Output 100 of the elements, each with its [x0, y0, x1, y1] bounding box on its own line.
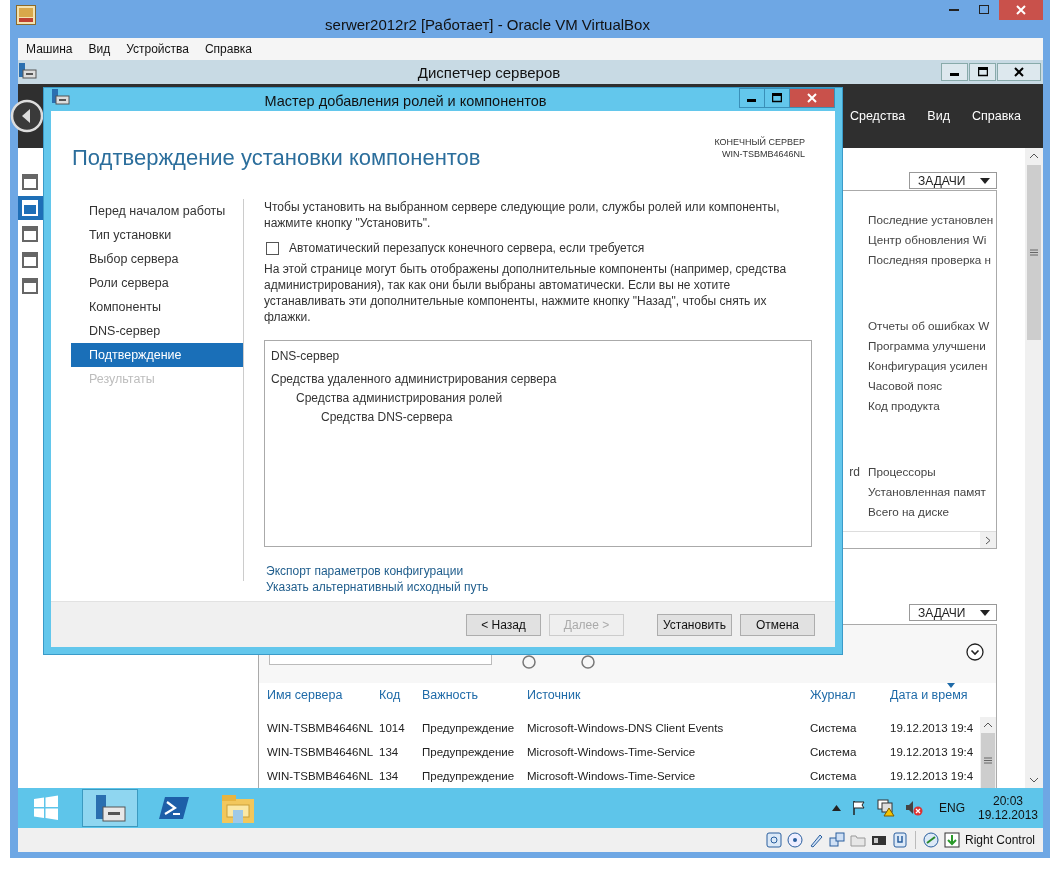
down-arrow-icon[interactable]: [943, 832, 960, 848]
network-icon[interactable]: [828, 832, 845, 848]
tasks-dropdown[interactable]: ЗАДАЧИ: [909, 172, 997, 189]
folder-icon: [221, 793, 255, 823]
restart-checkbox[interactable]: [266, 241, 279, 255]
table-cell-text: WIN-TSBMB4646NL: [267, 746, 375, 758]
menu-item[interactable]: Вид: [927, 109, 950, 123]
menu-item[interactable]: Средства: [849, 109, 906, 123]
server-toolbox-icon: [94, 794, 126, 822]
optical-disc-icon[interactable]: [786, 832, 803, 848]
property-label: Всего на диске: [868, 505, 950, 520]
wizard-icon: [51, 88, 71, 108]
circle-icon[interactable]: [581, 655, 595, 669]
table-cell-text: WIN-TSBMB4646NL: [267, 722, 375, 734]
wizard-step[interactable]: Перед началом работы: [71, 199, 243, 223]
table-cell-text: 1014: [379, 722, 406, 734]
column-header[interactable]: Дата и время: [890, 687, 968, 702]
restore-icon: [977, 67, 988, 77]
close-icon: [807, 93, 817, 103]
caret-up-icon[interactable]: [832, 805, 841, 811]
close-button[interactable]: [997, 63, 1041, 81]
wizard-step[interactable]: DNS-сервер: [71, 319, 243, 343]
list-item: Средства удаленного администрирования сервера: [271, 371, 558, 388]
note-text: На этой странице могут быть отображены дополнительные компоненты (например, средства администрирования), так как они были выбраны автоматически. Если вы не хотите устанавливать эти дополнительные компоненты, нажмите кнопку "Назад", чтобы снять их флажки.: [264, 261, 788, 325]
table-cell-text: Microsoft-Windows-Time-Service: [527, 770, 697, 782]
wizard-step[interactable]: Тип установки: [71, 223, 243, 247]
taskbar-button[interactable]: [82, 789, 138, 827]
link[interactable]: Экспорт параметров конфигурации: [266, 564, 464, 579]
property-value: rd: [849, 465, 860, 479]
menu-item[interactable]: Справка: [204, 42, 252, 56]
back-button[interactable]: [10, 99, 44, 133]
table-cell-text: Microsoft-Windows-DNS Client Events: [527, 722, 725, 734]
wizard-step[interactable]: Подтверждение: [71, 343, 243, 367]
caret-icon: [980, 609, 990, 616]
column-header[interactable]: Журнал: [810, 687, 890, 702]
menu-item[interactable]: Вид: [88, 42, 111, 56]
table-cell-text: 134: [379, 770, 400, 782]
property-label: Последние установлен: [868, 213, 994, 228]
vertical-scrollbar[interactable]: [980, 717, 996, 788]
table-cell: 19.12.2013 19:4: [890, 770, 974, 782]
host-key-label: Right Control: [964, 833, 1035, 847]
link[interactable]: Указать альтернативный исходный путь: [266, 580, 489, 595]
table-cell-text: WIN-TSBMB4646NL: [267, 770, 375, 782]
cancel-button[interactable]: Отмена: [740, 613, 815, 636]
column-header[interactable]: Источник: [527, 687, 810, 702]
wizard-step[interactable]: Компоненты: [71, 295, 243, 319]
menu-item[interactable]: Справка: [971, 109, 1021, 123]
network-warning-icon[interactable]: [877, 799, 895, 817]
chevron-right-icon[interactable]: [985, 535, 991, 545]
wizard-step: Результаты: [71, 367, 243, 391]
property-label: Установленная памят: [868, 485, 986, 500]
column-header[interactable]: Код: [379, 687, 422, 702]
expand-icon[interactable]: [966, 643, 984, 661]
speaker-muted-icon[interactable]: [905, 800, 923, 816]
grip-icon: [984, 757, 992, 764]
windows-logo-icon: [32, 794, 60, 822]
property-label: Последняя проверка н: [868, 253, 991, 268]
virtualbox-app-icon: [16, 5, 36, 25]
property-label: Центр обновления Wi: [868, 233, 987, 248]
table-cell-text: Система: [810, 770, 858, 782]
panel-icon: [22, 200, 38, 216]
table-cell-text: Система: [810, 722, 858, 734]
table-cell-text: Предупреждение: [422, 722, 516, 734]
maximize-button[interactable]: [969, 63, 996, 81]
vertical-scrollbar[interactable]: [1025, 148, 1043, 788]
window-title: serwer2012r2 [Работает] - Oracle VM VirtualBox: [324, 15, 651, 33]
panel-icon: [22, 278, 38, 294]
dialog-title: Мастер добавления ролей и компонентов: [263, 92, 548, 109]
list-item: Средства DNS-сервера: [321, 409, 454, 426]
clock-date: 19.12.2013: [977, 808, 1039, 822]
menu-item[interactable]: Машина: [26, 42, 73, 56]
minimize-button[interactable]: [941, 63, 968, 81]
table-cell-text: Система: [810, 746, 858, 758]
minimize-button[interactable]: [739, 88, 765, 108]
clock-time: 20:03: [993, 794, 1023, 808]
list-item: Средства администрирования ролей: [296, 390, 504, 407]
wizard-step[interactable]: Выбор сервера: [71, 247, 243, 271]
property-label: Программа улучшени: [868, 339, 986, 354]
column-header[interactable]: Важность: [422, 687, 527, 702]
property-label: Конфигурация усилен: [868, 359, 988, 374]
column-header[interactable]: Имя сервера: [267, 687, 379, 702]
grip-icon: [1030, 249, 1038, 256]
list-item: DNS-сервер: [271, 348, 341, 365]
wizard-step[interactable]: Роли сервера: [71, 271, 243, 295]
panel-icon: [22, 174, 38, 190]
property-label: Отчеты об ошибках W: [868, 319, 990, 334]
menu-item[interactable]: Устройства: [126, 42, 189, 56]
property-label: Код продукта: [868, 399, 940, 414]
server-manager-icon: [18, 62, 38, 82]
circle-icon[interactable]: [522, 655, 536, 669]
table-cell-text: Предупреждение: [422, 770, 516, 782]
sort-indicator-icon: [947, 683, 955, 688]
close-icon: [1014, 67, 1024, 77]
caret-icon: [980, 177, 990, 184]
language-indicator[interactable]: ENG: [939, 801, 965, 815]
tasks-dropdown[interactable]: ЗАДАЧИ: [909, 604, 997, 621]
back-button[interactable]: < Назад: [466, 613, 541, 636]
flag-icon[interactable]: [851, 800, 867, 816]
install-button[interactable]: Установить: [657, 613, 732, 636]
close-icon: [1016, 5, 1026, 15]
